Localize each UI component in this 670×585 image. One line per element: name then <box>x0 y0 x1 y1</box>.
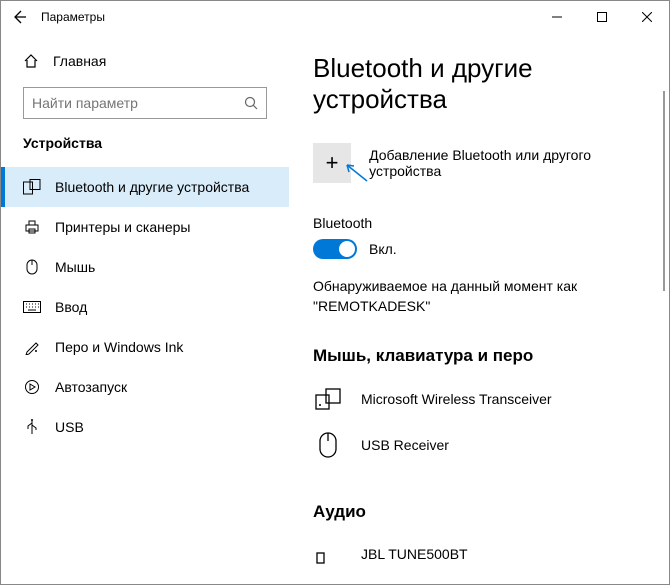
sidebar-item-pen[interactable]: Перо и Windows Ink <box>1 327 289 367</box>
sidebar-item-usb[interactable]: USB <box>1 407 289 447</box>
sidebar-item-autoplay[interactable]: Автозапуск <box>1 367 289 407</box>
keyboard-icon <box>23 301 41 313</box>
back-button[interactable] <box>11 9 41 25</box>
device-name: Microsoft Wireless Transceiver <box>361 391 552 407</box>
annotation-arrow-icon <box>341 161 371 185</box>
bluetooth-toggle[interactable] <box>313 239 357 259</box>
home-label: Главная <box>53 53 106 69</box>
headphones-icon <box>313 544 343 564</box>
bluetooth-heading: Bluetooth <box>313 215 653 231</box>
device-item[interactable]: USB Receiver <box>313 424 653 472</box>
home-icon <box>23 53 39 69</box>
sidebar: Главная Устройства Bluetooth и другие ус… <box>1 33 289 584</box>
pen-icon <box>23 339 41 355</box>
page-title: Bluetooth и другие устройства <box>313 53 653 115</box>
sidebar-item-bluetooth[interactable]: Bluetooth и другие устройства <box>1 167 289 207</box>
sidebar-item-label: Мышь <box>55 259 95 275</box>
device-item[interactable]: JBL TUNE500BT <box>313 536 653 578</box>
close-button[interactable] <box>624 1 669 33</box>
sidebar-nav: Bluetooth и другие устройства Принтеры и… <box>1 167 289 447</box>
search-box[interactable] <box>23 87 267 119</box>
sidebar-section-header: Устройства <box>1 135 289 159</box>
sidebar-item-label: Принтеры и сканеры <box>55 219 190 235</box>
window-title: Параметры <box>41 10 105 24</box>
close-icon <box>642 12 652 22</box>
scrollbar[interactable] <box>663 91 665 291</box>
device-item[interactable]: Microsoft Wireless Transceiver <box>313 380 653 424</box>
bluetooth-state-label: Вкл. <box>369 241 397 257</box>
device-icon <box>23 179 41 195</box>
section-heading-mouse-keyboard: Мышь, клавиатура и перо <box>313 346 653 366</box>
mouse-icon <box>23 259 41 275</box>
transceiver-icon <box>313 388 343 410</box>
sidebar-item-label: Автозапуск <box>55 379 127 395</box>
arrow-left-icon <box>11 9 27 25</box>
search-input[interactable] <box>32 95 244 111</box>
mouse-device-icon <box>313 432 343 458</box>
minimize-button[interactable] <box>534 1 579 33</box>
window-controls <box>534 1 669 33</box>
sidebar-item-label: Ввод <box>55 299 87 315</box>
search-icon <box>244 96 258 110</box>
section-heading-audio: Аудио <box>313 502 653 522</box>
sidebar-item-typing[interactable]: Ввод <box>1 287 289 327</box>
printer-icon <box>23 219 41 235</box>
home-link[interactable]: Главная <box>1 43 289 79</box>
sidebar-item-printers[interactable]: Принтеры и сканеры <box>1 207 289 247</box>
content-pane: Bluetooth и другие устройства + Добавлен… <box>289 33 669 584</box>
sidebar-item-label: USB <box>55 419 84 435</box>
discoverable-text: Обнаруживаемое на данный момент как "REM… <box>313 277 653 316</box>
device-name: JBL TUNE500BT <box>361 546 468 562</box>
sidebar-item-mouse[interactable]: Мышь <box>1 247 289 287</box>
device-name: USB Receiver <box>361 437 449 453</box>
maximize-button[interactable] <box>579 1 624 33</box>
maximize-icon <box>597 12 607 22</box>
add-device-label: Добавление Bluetooth или другого устройс… <box>369 147 653 179</box>
autoplay-icon <box>23 379 41 395</box>
minimize-icon <box>552 12 562 22</box>
sidebar-item-label: Bluetooth и другие устройства <box>55 179 249 195</box>
usb-icon <box>23 419 41 435</box>
titlebar: Параметры <box>1 1 669 33</box>
sidebar-item-label: Перо и Windows Ink <box>55 339 183 355</box>
